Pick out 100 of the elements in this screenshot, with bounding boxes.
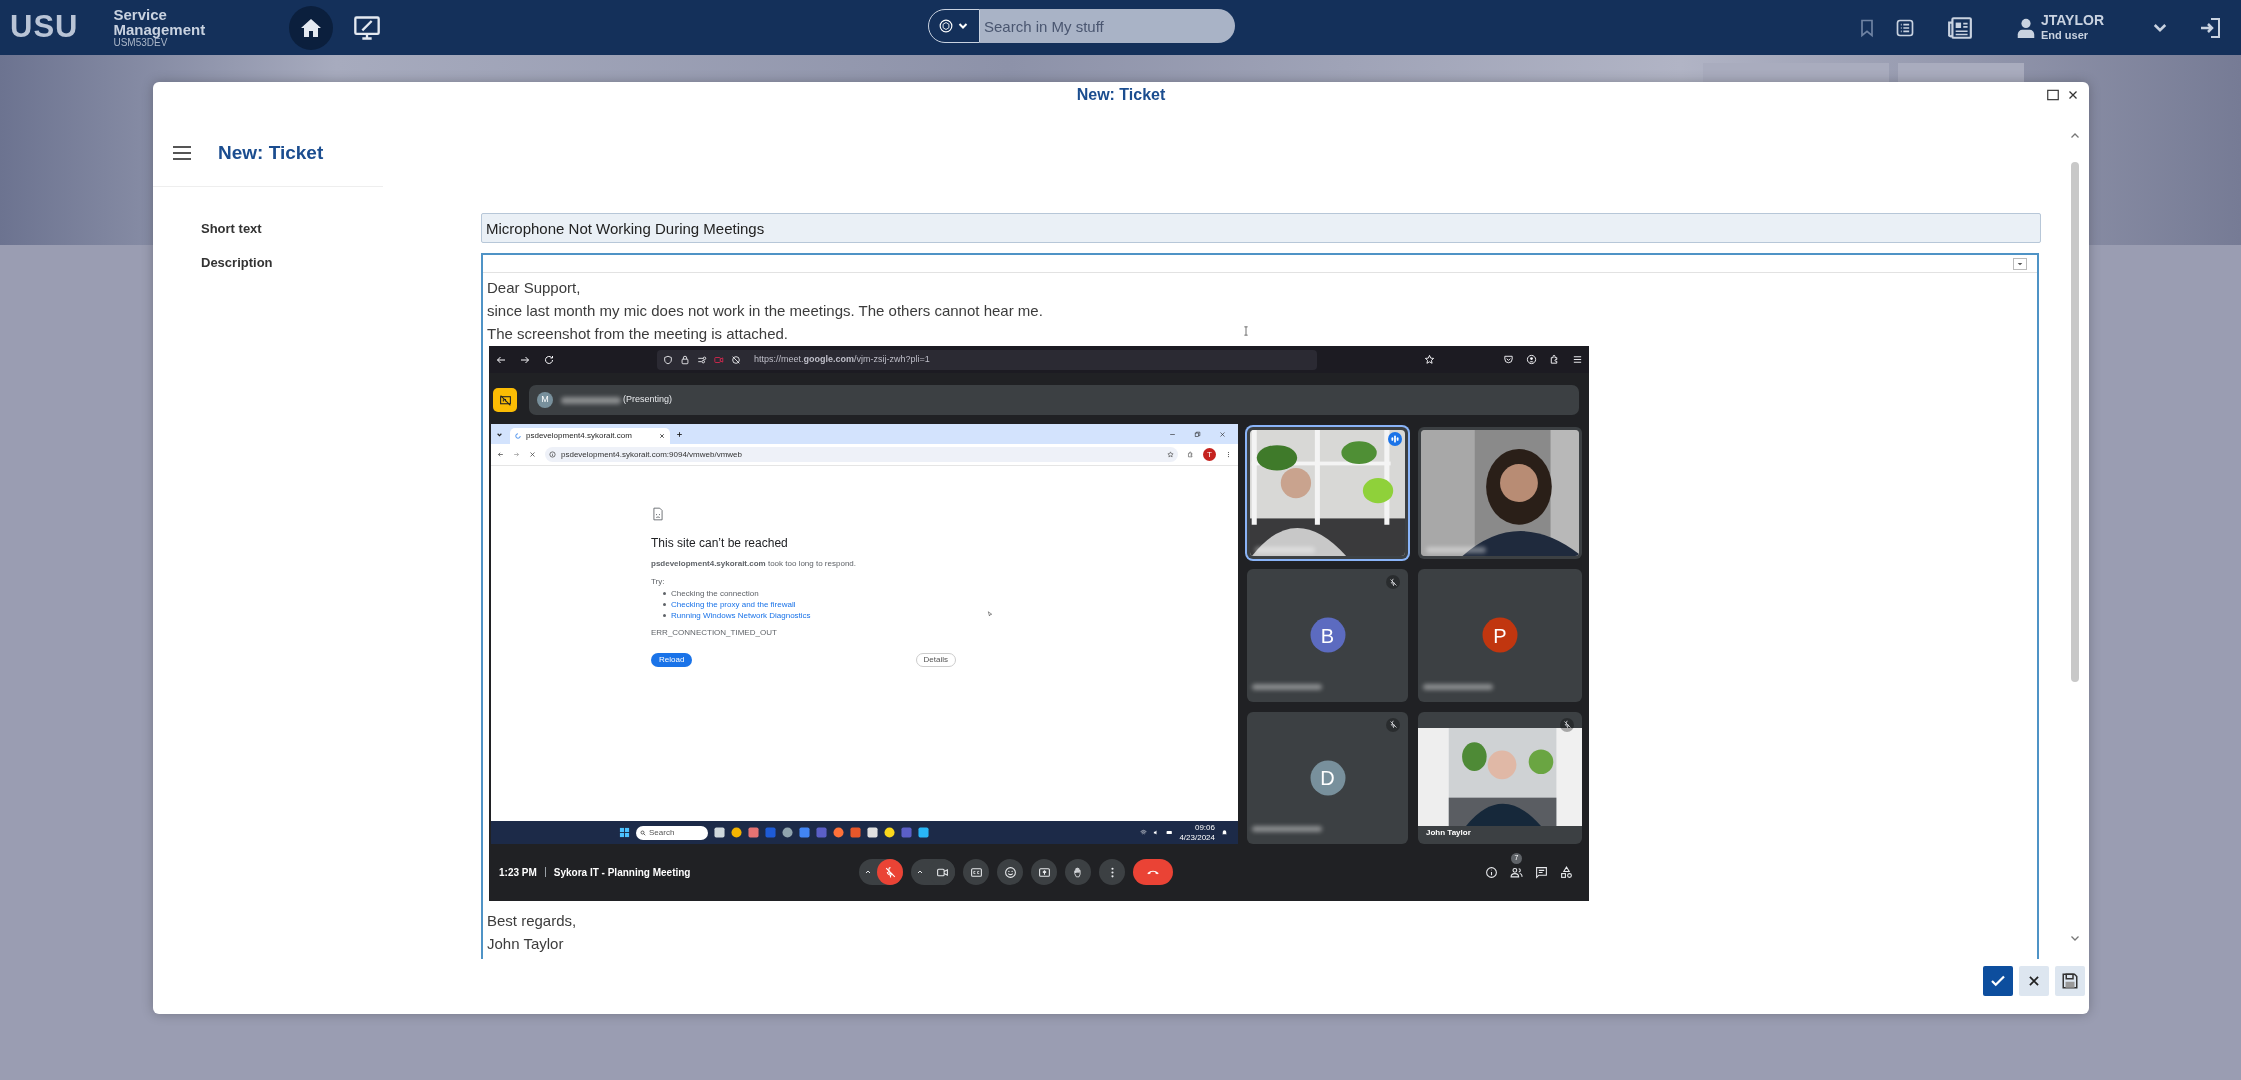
reload-button[interactable]: Reload — [651, 653, 693, 667]
presenting-label: (Presenting) — [623, 393, 673, 407]
save-button[interactable] — [2055, 966, 2085, 996]
more-button[interactable] — [1099, 859, 1125, 885]
avatar: B — [1310, 618, 1345, 653]
newspaper-icon[interactable] — [1947, 14, 1973, 41]
chevron-up-icon[interactable] — [916, 868, 924, 876]
field-label: Description — [200, 254, 274, 272]
address-bar[interactable]: psdevelopment4.sykorait.com:9094/vmweb/vmweb — [545, 447, 1178, 462]
suggestion-link[interactable]: Running Windows Network Diagnostics — [671, 610, 811, 621]
description-line: since last month my mic does not work in the meetings. The others cannot hear me. — [487, 301, 1043, 321]
monitor-icon[interactable] — [353, 13, 382, 42]
close-icon[interactable] — [659, 433, 665, 439]
bullet-icon — [663, 592, 666, 595]
error-code: ERR_CONNECTION_TIMED_OUT — [651, 627, 777, 639]
account-icon[interactable] — [1526, 354, 1537, 365]
present-icon — [1037, 865, 1051, 879]
taskbar-app-icon[interactable] — [918, 827, 929, 838]
star-icon[interactable] — [1167, 451, 1174, 458]
pocket-icon[interactable] — [1503, 354, 1514, 365]
cube-icon — [939, 19, 953, 33]
error-title: This site can’t be reached — [651, 535, 788, 552]
suggestion-link[interactable]: Checking the proxy and the firewall — [671, 599, 796, 610]
confirm-button[interactable] — [1983, 966, 2013, 996]
instance-name: USM53DEV — [113, 36, 168, 49]
taskbar-app-icon[interactable] — [833, 827, 844, 838]
user-name: JTAYLOR — [2041, 12, 2105, 28]
taskbar-app-icon[interactable] — [867, 827, 878, 838]
list-icon[interactable] — [1895, 17, 1915, 38]
browser-tab[interactable]: psdevelopment4.sykorait.com — [510, 428, 670, 444]
avatar: D — [1310, 760, 1345, 796]
activities-icon[interactable] — [1560, 865, 1573, 879]
profile-avatar[interactable]: T — [1203, 448, 1216, 461]
taskbar-app-icon[interactable] — [714, 827, 725, 838]
logo[interactable]: USU — [10, 4, 79, 51]
description-line: John Taylor — [487, 934, 564, 954]
wifi-icon — [1140, 829, 1148, 836]
presentation-button[interactable] — [493, 388, 517, 412]
blurred-name — [1426, 547, 1486, 554]
toolbar-dropdown[interactable] — [2013, 257, 2027, 270]
close-icon[interactable] — [2067, 89, 2079, 101]
sad-page-icon — [651, 506, 665, 522]
shield-icon — [663, 354, 673, 365]
cancel-button[interactable] — [2019, 966, 2049, 996]
end-call-button[interactable] — [1133, 859, 1173, 885]
description-editor[interactable] — [481, 253, 2039, 959]
bullet-icon — [663, 603, 666, 606]
clock-date: 4/23/2024 — [1179, 832, 1215, 843]
start-icon[interactable] — [619, 827, 630, 838]
taskbar-search[interactable]: Search — [636, 825, 708, 840]
reload-icon[interactable] — [543, 353, 555, 366]
presentation-off-icon — [498, 393, 512, 407]
scrollbar-thumb[interactable] — [2071, 162, 2079, 682]
blurred-name — [561, 396, 621, 404]
taskbar-app-icon[interactable] — [782, 827, 793, 838]
taskbar-app-icon[interactable] — [884, 827, 895, 838]
stop-icon[interactable] — [529, 451, 536, 458]
emoji-icon — [1003, 865, 1017, 879]
description-line: Best regards, — [487, 911, 577, 931]
taskbar-app-icon[interactable] — [748, 827, 759, 838]
app-name: Service Management — [113, 6, 207, 37]
dialog-title: New: Ticket — [1076, 85, 1166, 105]
new-tab-icon[interactable] — [676, 430, 683, 438]
people-icon[interactable] — [1510, 865, 1523, 879]
blurred-name — [1423, 683, 1493, 690]
captions-button[interactable] — [963, 859, 989, 885]
present-button[interactable] — [1031, 859, 1057, 885]
speaking-icon — [1388, 432, 1402, 446]
back-icon[interactable] — [497, 451, 504, 458]
loading-icon — [515, 433, 521, 439]
captions-icon — [969, 865, 983, 879]
chevron-up-icon[interactable] — [864, 868, 872, 876]
notification-icon[interactable] — [1221, 829, 1228, 836]
search-icon — [640, 829, 646, 836]
address-text: psdevelopment4.sykorait.com:9094/vmweb/vmweb — [561, 448, 742, 461]
blurred-name — [1252, 683, 1322, 690]
info-icon — [549, 451, 556, 458]
description-line: Dear Support, — [487, 278, 581, 298]
avatar: P — [1482, 618, 1518, 653]
restore-icon[interactable] — [1194, 430, 1201, 438]
maximize-icon[interactable] — [2046, 88, 2060, 102]
bullet-icon — [663, 614, 666, 617]
user-role: End user — [2041, 27, 2090, 43]
chat-icon[interactable] — [1535, 865, 1548, 879]
search-field[interactable]: Search in My stuff — [980, 9, 1235, 43]
info-icon[interactable] — [1485, 865, 1498, 879]
meeting-title: Sykora IT - Planning Meeting — [553, 865, 691, 880]
text-cursor-icon — [1241, 323, 1251, 339]
microphone-button[interactable] — [877, 859, 903, 885]
blurred-name — [1255, 547, 1315, 554]
error-message: psdevelopment4.sykorait.com took too long to respond. — [651, 558, 856, 570]
short-text-field[interactable]: Microphone Not Working During Meetings — [481, 213, 2041, 243]
emoji-button[interactable] — [997, 859, 1023, 885]
menu-icon[interactable] — [1572, 354, 1583, 365]
extensions-icon[interactable] — [1549, 354, 1560, 365]
raise-hand-button[interactable] — [1065, 859, 1091, 885]
url-text: https://meet.google.com/vjm-zsij-zwh?pli=1 — [754, 352, 930, 366]
url-bar[interactable]: https://meet.google.com/vjm-zsij-zwh?pli=1 — [657, 349, 1317, 370]
microphone-icon — [883, 865, 897, 879]
taskbar-app-icon[interactable] — [731, 827, 742, 838]
